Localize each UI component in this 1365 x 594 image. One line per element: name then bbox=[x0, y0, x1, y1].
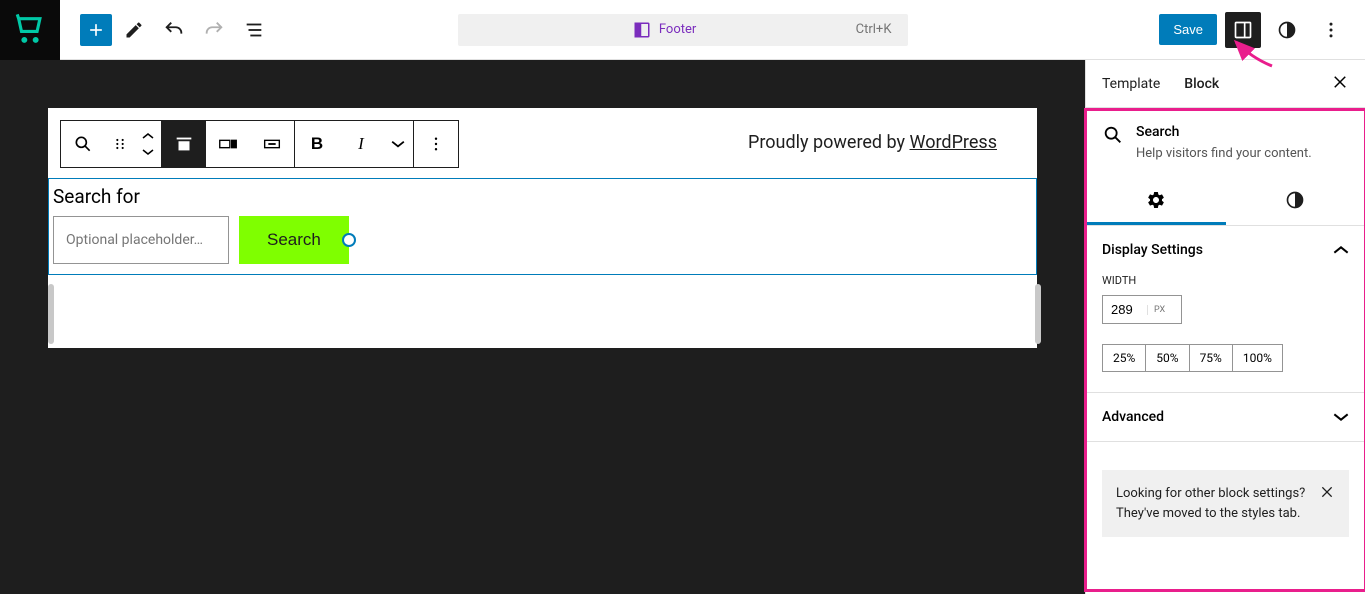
annotation-arrow bbox=[1232, 38, 1282, 68]
width-label: Width bbox=[1102, 274, 1349, 287]
dismiss-notice-button[interactable] bbox=[1319, 484, 1335, 507]
main-area: B I Proudly powered by WordPress Search bbox=[0, 60, 1365, 594]
shortcut-hint: Ctrl+K bbox=[856, 22, 892, 37]
redo-button[interactable] bbox=[196, 12, 232, 48]
preset-50[interactable]: 50% bbox=[1146, 345, 1189, 371]
move-buttons[interactable] bbox=[135, 121, 161, 167]
drag-handle[interactable] bbox=[105, 121, 135, 167]
search-row: Search bbox=[51, 212, 1034, 264]
editor-canvas-wrap: B I Proudly powered by WordPress Search bbox=[0, 60, 1085, 594]
align-button[interactable] bbox=[162, 121, 206, 167]
wordpress-link[interactable]: WordPress bbox=[910, 132, 997, 153]
panel-toggle[interactable]: Advanced bbox=[1086, 393, 1365, 441]
powered-by-text: Proudly powered by WordPress bbox=[748, 132, 997, 153]
close-sidebar-button[interactable] bbox=[1331, 73, 1349, 95]
bold-button[interactable]: B bbox=[295, 121, 339, 167]
preset-25[interactable]: 25% bbox=[1103, 345, 1146, 371]
settings-subtab[interactable] bbox=[1086, 177, 1226, 225]
subtabs bbox=[1086, 177, 1365, 226]
styles-notice: Looking for other block settings? They'v… bbox=[1102, 470, 1349, 537]
gear-icon bbox=[1146, 190, 1166, 210]
button-label-toggle[interactable] bbox=[250, 121, 294, 167]
search-submit-button[interactable]: Search bbox=[239, 216, 349, 264]
editor-canvas[interactable]: B I Proudly powered by WordPress Search bbox=[48, 108, 1037, 348]
search-block-icon[interactable] bbox=[61, 121, 105, 167]
block-info: Search Help visitors find your content. bbox=[1086, 108, 1365, 177]
search-label-input[interactable] bbox=[51, 181, 1034, 212]
template-label: Footer bbox=[633, 21, 696, 39]
site-logo[interactable] bbox=[0, 0, 60, 60]
scrollbar[interactable] bbox=[1035, 284, 1041, 344]
contrast-icon bbox=[1285, 190, 1305, 210]
block-title: Search bbox=[1136, 124, 1312, 140]
preset-75[interactable]: 75% bbox=[1190, 345, 1233, 371]
button-position[interactable] bbox=[206, 121, 250, 167]
width-input[interactable] bbox=[1103, 296, 1147, 323]
block-toolbar: B I bbox=[60, 120, 459, 168]
scrollbar[interactable] bbox=[48, 284, 54, 344]
block-description: Help visitors find your content. bbox=[1136, 146, 1312, 161]
settings-sidebar: Template Block Search Help visitors find… bbox=[1085, 60, 1365, 594]
chevron-down-icon bbox=[1333, 409, 1349, 425]
sidebar-tabs: Template Block bbox=[1086, 60, 1365, 108]
options-button[interactable] bbox=[1313, 12, 1349, 48]
search-placeholder-input[interactable] bbox=[53, 216, 229, 264]
list-view-button[interactable] bbox=[236, 12, 272, 48]
search-block[interactable]: Search bbox=[48, 178, 1037, 275]
width-unit[interactable]: PX bbox=[1147, 305, 1171, 315]
styles-subtab[interactable] bbox=[1226, 177, 1365, 225]
edit-icon[interactable] bbox=[116, 12, 152, 48]
italic-button[interactable]: I bbox=[339, 121, 383, 167]
block-options-button[interactable] bbox=[414, 121, 458, 167]
add-block-button[interactable] bbox=[80, 14, 112, 46]
width-input-wrap: PX bbox=[1102, 295, 1182, 324]
save-button[interactable]: Save bbox=[1159, 14, 1217, 45]
width-presets: 25% 50% 75% 100% bbox=[1102, 344, 1283, 372]
topbar-left bbox=[60, 12, 272, 48]
advanced-panel: Advanced bbox=[1086, 393, 1365, 442]
panel-toggle[interactable]: Display Settings bbox=[1086, 226, 1365, 274]
search-icon bbox=[1102, 124, 1124, 146]
tab-block[interactable]: Block bbox=[1184, 62, 1219, 106]
tab-template[interactable]: Template bbox=[1102, 62, 1160, 106]
template-part-icon bbox=[633, 21, 651, 39]
display-settings-panel: Display Settings Width PX 25% 50% 75% 10… bbox=[1086, 226, 1365, 393]
undo-button[interactable] bbox=[156, 12, 192, 48]
more-text-options[interactable] bbox=[383, 121, 413, 167]
topbar: Footer Ctrl+K Save bbox=[0, 0, 1365, 60]
resize-handle[interactable] bbox=[342, 233, 356, 247]
chevron-up-icon bbox=[1333, 242, 1349, 258]
document-bar[interactable]: Footer Ctrl+K bbox=[458, 14, 908, 46]
preset-100[interactable]: 100% bbox=[1233, 345, 1282, 371]
